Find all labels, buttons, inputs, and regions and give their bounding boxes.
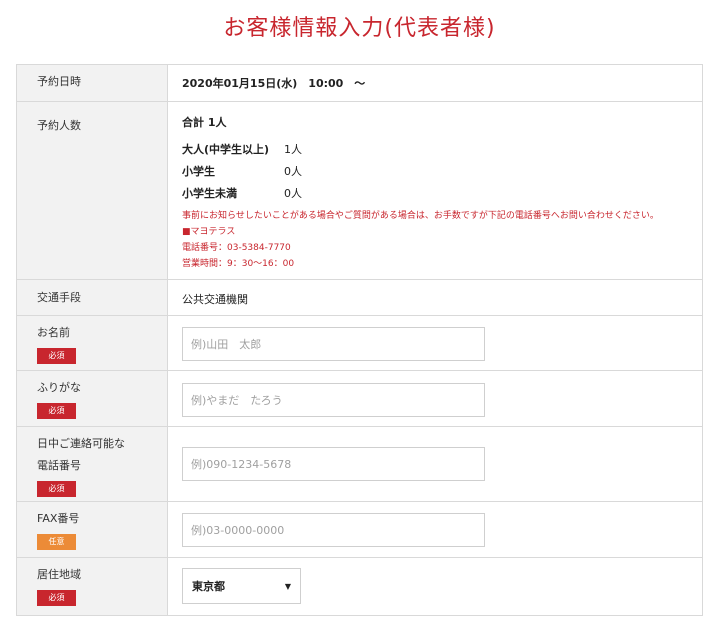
row-fax: FAX番号 任意 (17, 501, 702, 557)
count-adult: 大人(中学生以上) 1人 (182, 138, 702, 160)
residence-selected-value: 東京都 (192, 580, 225, 593)
count-adult-label: 大人(中学生以上) (182, 143, 270, 156)
daytime-phone-label-line1: 日中ご連絡可能な (37, 437, 125, 450)
fax-label: FAX番号 (37, 512, 80, 525)
required-badge: 必須 (37, 481, 76, 497)
party-size-label: 予約人数 (17, 102, 168, 279)
reservation-datetime-label: 予約日時 (17, 65, 168, 101)
name-label: お名前 (37, 326, 70, 339)
transport-label: 交通手段 (17, 280, 168, 315)
furigana-header: ふりがな 必須 (17, 371, 168, 426)
party-size-total: 合計 1人 (182, 116, 227, 129)
furigana-input[interactable] (182, 383, 485, 417)
residence-select[interactable]: 東京都 ▼ (182, 568, 301, 604)
customer-info-form: 予約日時 2020年01月15日(水) 10:00 ～ 予約人数 合計 1人 大… (16, 64, 703, 616)
row-furigana: ふりがな 必須 (17, 370, 702, 426)
required-badge: 必須 (37, 589, 76, 606)
daytime-phone-cell (168, 427, 702, 501)
daytime-phone-input[interactable] (182, 447, 485, 481)
count-preschool-value: 0人 (284, 187, 302, 200)
contact-notice-venue: ■マヨテラス (182, 227, 236, 237)
contact-notice-phone: 電話番号：03-5384-7770 (182, 243, 291, 253)
count-elementary: 小学生 0人 (182, 160, 702, 182)
count-adult-value: 1人 (284, 143, 302, 156)
count-preschool-label: 小学生未満 (182, 187, 237, 200)
party-size-details: 合計 1人 大人(中学生以上) 1人 小学生 0人 小学生未満 0人 事前にお知… (168, 102, 702, 279)
residence-header: 居住地域 必須 (17, 558, 168, 615)
reservation-datetime-value: 2020年01月15日(水) 10:00 ～ (182, 77, 366, 90)
contact-notice: 事前にお知らせしたいことがある場合やご質問がある場合は、お手数ですが下記の電話番… (182, 208, 702, 272)
contact-notice-message: 事前にお知らせしたいことがある場合やご質問がある場合は、お手数ですが下記の電話番… (182, 211, 659, 221)
transport-value: 公共交通機関 (182, 293, 248, 306)
count-preschool: 小学生未満 0人 (182, 182, 702, 204)
row-daytime-phone: 日中ご連絡可能な 電話番号 必須 (17, 426, 702, 501)
fax-header: FAX番号 任意 (17, 502, 168, 557)
row-residence: 居住地域 必須 東京都 ▼ (17, 557, 702, 615)
row-party-size: 予約人数 合計 1人 大人(中学生以上) 1人 小学生 0人 小学生未満 0人 … (17, 101, 702, 279)
required-badge: 必須 (37, 402, 76, 419)
count-elementary-value: 0人 (284, 165, 302, 178)
furigana-label: ふりがな (37, 381, 81, 394)
fax-cell (168, 502, 702, 557)
page-title: お客様情報入力(代表者様) (223, 16, 496, 41)
row-reservation-datetime: 予約日時 2020年01月15日(水) 10:00 ～ (17, 65, 702, 101)
row-name: お名前 必須 (17, 315, 702, 370)
furigana-cell (168, 371, 702, 426)
required-badge: 必須 (37, 347, 76, 364)
name-input[interactable] (182, 327, 485, 361)
daytime-phone-header: 日中ご連絡可能な 電話番号 必須 (17, 427, 168, 501)
name-header: お名前 必須 (17, 316, 168, 370)
row-transport: 交通手段 公共交通機関 (17, 279, 702, 315)
optional-badge: 任意 (37, 533, 76, 550)
daytime-phone-label-line2: 電話番号 (37, 459, 81, 472)
count-elementary-label: 小学生 (182, 165, 215, 178)
contact-notice-hours: 営業時間：9：30～16：00 (182, 259, 295, 269)
residence-cell: 東京都 ▼ (168, 558, 702, 615)
fax-input[interactable] (182, 513, 485, 547)
residence-label: 居住地域 (37, 568, 81, 581)
name-cell (168, 316, 702, 370)
caret-down-icon: ▼ (284, 581, 291, 591)
